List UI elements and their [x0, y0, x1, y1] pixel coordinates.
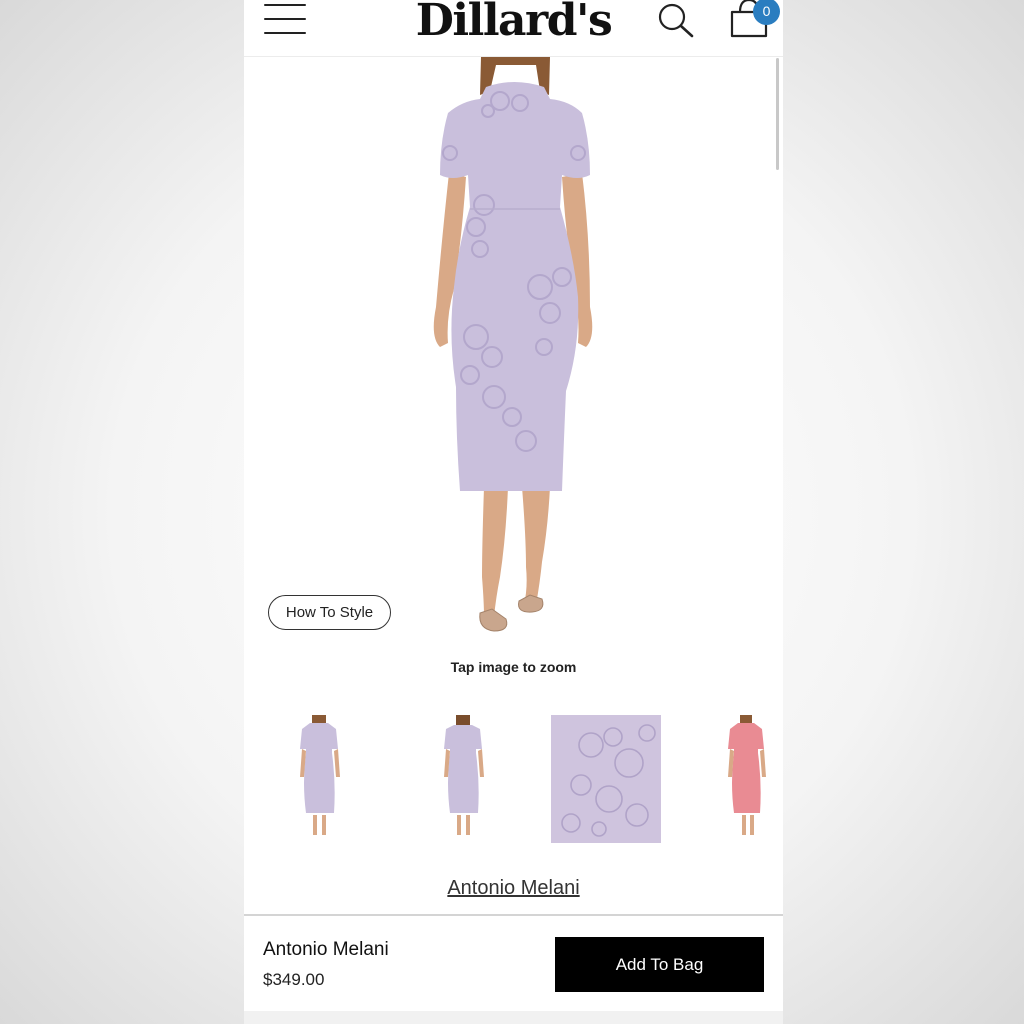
brand-link[interactable]: Antonio Melani: [244, 877, 783, 900]
tap-to-zoom-hint: Tap image to zoom: [450, 659, 577, 675]
dress: [440, 82, 590, 491]
dillards-logo[interactable]: Dillard's: [244, 0, 783, 47]
thumbnail-fabric-detail[interactable]: [551, 715, 661, 843]
thumbnail-alternate-color[interactable]: [704, 713, 783, 845]
product-brand: Antonio Melani: [263, 939, 389, 960]
product-page: Dillard's 0 How To Style Tap image to zo…: [244, 0, 783, 1024]
product-main-image[interactable]: [244, 57, 783, 637]
site-header: Dillard's 0: [244, 0, 783, 57]
sticky-purchase-bar: Antonio Melani $349.00 Add To Bag: [244, 914, 783, 1013]
search-icon[interactable]: [657, 2, 697, 38]
product-price: $349.00: [263, 970, 325, 989]
how-to-style-button[interactable]: How To Style: [268, 595, 391, 630]
add-to-bag-button[interactable]: Add To Bag: [555, 937, 764, 992]
footer-strip: [244, 1011, 783, 1024]
thumbnail-front-view[interactable]: [260, 713, 376, 845]
thumbnail-back-view[interactable]: [404, 713, 520, 845]
